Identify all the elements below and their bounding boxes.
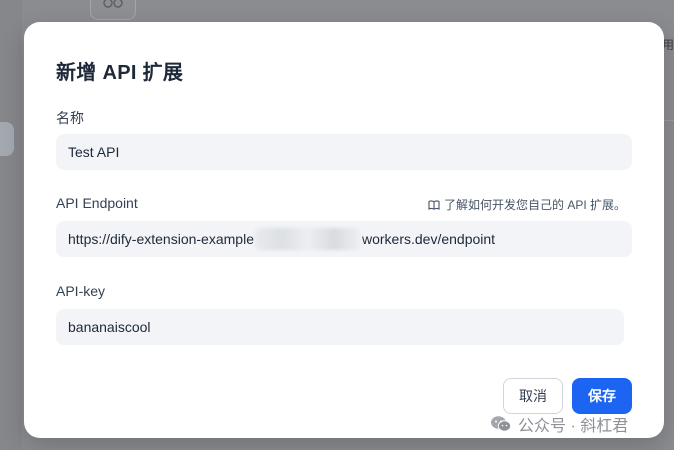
wechat-icon [491,416,512,432]
api-endpoint-value-prefix: https://dify-extension-example [68,231,254,247]
watermark: 公众号 · 斜杠君 [490,412,628,436]
save-button[interactable]: 保存 [572,378,632,414]
name-input[interactable]: Test API [56,134,632,170]
api-docs-link[interactable]: 了解如何开发您自己的 API 扩展。 [428,196,626,213]
watermark-text: 公众号 · 斜杠君 [518,418,629,435]
api-key-value: bananaiscool [68,319,151,335]
api-endpoint-label: API Endpoint [56,195,138,211]
api-endpoint-value-suffix: workers.dev/endpoint [361,231,496,247]
cancel-button[interactable]: 取消 [503,378,563,414]
api-key-label: API-key [56,283,106,299]
name-input-value: Test API [68,144,120,160]
background-toolbar-icon [90,0,136,20]
name-label: 名称 [56,110,84,126]
modal-title: 新增 API 扩展 [56,62,184,84]
api-key-input[interactable]: bananaiscool [56,309,624,345]
add-api-extension-modal: 新增 API 扩展 名称 Test API API Endpoint 了解如何开… [24,22,664,438]
book-icon [428,199,440,210]
api-docs-link-text: 了解如何开发您自己的 API 扩展。 [443,198,626,212]
api-endpoint-input[interactable]: https://dify-extension-example workers.de… [56,221,632,257]
background-sidebar-active-item [0,122,14,156]
redacted-blur [254,228,361,250]
link-icon [103,0,123,8]
background-sidebar [0,0,22,450]
